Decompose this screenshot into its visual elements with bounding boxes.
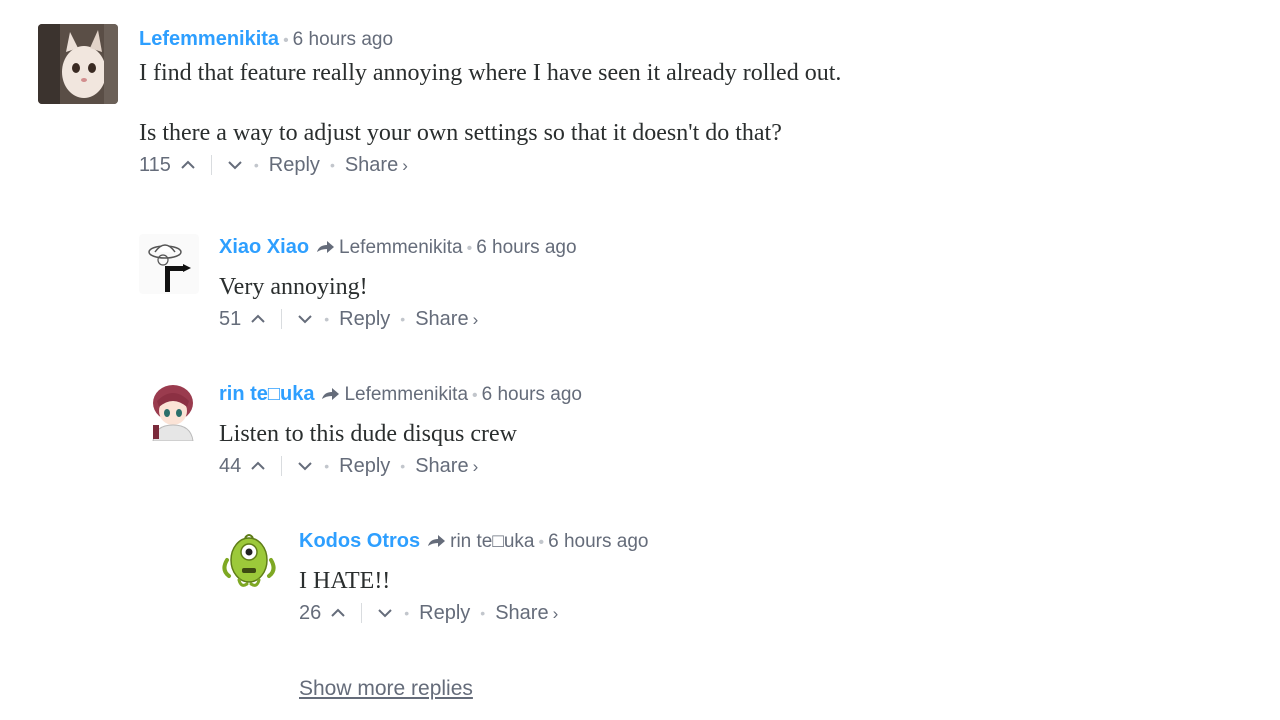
downvote-icon[interactable] bbox=[296, 457, 314, 475]
meta-separator: • bbox=[466, 240, 473, 257]
footer-separator: • bbox=[324, 311, 330, 327]
alien-avatar-icon[interactable] bbox=[219, 530, 279, 590]
comment-body: Xiao Xiao Lefemmenikita • 6 hours ago Very … bbox=[219, 234, 1260, 332]
comment-paragraph: Very annoying! bbox=[219, 274, 368, 300]
downvote-icon[interactable] bbox=[226, 156, 244, 174]
upvote-icon[interactable] bbox=[179, 156, 197, 174]
share-button[interactable]: Share › bbox=[415, 306, 478, 333]
share-button[interactable]: Share › bbox=[345, 152, 408, 179]
author-name[interactable]: Kodos Otros bbox=[299, 530, 420, 552]
reply-to-arrow-icon bbox=[317, 241, 335, 253]
footer-separator: • bbox=[400, 458, 406, 474]
comment-body: Lefemmenikita • 6 hours ago I find that fe… bbox=[139, 26, 1260, 178]
share-label: Share bbox=[415, 454, 469, 477]
share-label: Share bbox=[415, 307, 469, 330]
comment-kodos-otros: Kodos Otros rin te□uka • 6 hours ago I HATE… bbox=[0, 526, 1280, 636]
comment-body: rin te□uka Lefemmenikita • 6 hours ago List… bbox=[219, 381, 1260, 479]
timestamp[interactable]: 6 hours ago bbox=[482, 384, 582, 405]
comment-body: Kodos Otros rin te□uka • 6 hours ago I HATE… bbox=[299, 528, 1260, 626]
chevron-right-icon: › bbox=[402, 155, 408, 175]
reply-button[interactable]: Reply bbox=[419, 600, 470, 626]
comment-lefemmenikita: Lefemmenikita • 6 hours ago I find that fe… bbox=[0, 24, 1280, 194]
parent-author-link[interactable]: Lefemmenikita bbox=[339, 237, 463, 258]
reply-to-arrow-icon bbox=[428, 535, 446, 547]
footer-separator: • bbox=[253, 157, 259, 173]
comment-message: Listen to this dude disqus crew bbox=[219, 419, 1260, 449]
comment-paragraph: I HATE!! bbox=[299, 568, 391, 594]
comment-header: Lefemmenikita • 6 hours ago bbox=[139, 26, 1260, 52]
chevron-right-icon: › bbox=[552, 603, 559, 623]
comment-header: Xiao Xiao Lefemmenikita • 6 hours ago bbox=[219, 234, 1260, 260]
cat-avatar-icon[interactable] bbox=[38, 24, 118, 104]
comment-paragraph: I find that feature really annoying wher… bbox=[139, 60, 842, 86]
upvote-icon[interactable] bbox=[329, 604, 347, 622]
meta-separator: • bbox=[538, 534, 545, 551]
comment-paragraph: Listen to this dude disqus crew bbox=[219, 421, 517, 447]
author-name[interactable]: Xiao Xiao bbox=[219, 236, 309, 258]
comment-message: I find that feature really annoying wher… bbox=[139, 58, 1260, 148]
reply-button[interactable]: Reply bbox=[339, 306, 390, 332]
chevron-right-icon: › bbox=[472, 456, 479, 476]
parent-author-link[interactable]: rin te□uka bbox=[450, 531, 534, 552]
show-more-replies-link[interactable]: Show more replies bbox=[299, 675, 473, 703]
footer-separator: • bbox=[400, 311, 406, 327]
comment-footer: 44 • Reply • Share › bbox=[219, 453, 1260, 479]
comment-header: rin te□uka Lefemmenikita • 6 hours ago bbox=[219, 381, 1260, 407]
vote-divider bbox=[361, 603, 363, 623]
chevron-right-icon: › bbox=[472, 309, 479, 329]
timestamp[interactable]: 6 hours ago bbox=[293, 29, 393, 50]
vote-count: 44 bbox=[219, 455, 242, 477]
comment-footer: 115 • Reply • Share › bbox=[139, 152, 1260, 178]
vote-count: 51 bbox=[219, 308, 242, 330]
parent-author-link[interactable]: Lefemmenikita bbox=[344, 384, 468, 405]
share-label: Share bbox=[344, 153, 399, 176]
vote-divider bbox=[281, 309, 283, 329]
author-name[interactable]: Lefemmenikita bbox=[139, 28, 279, 50]
reply-to-arrow-icon bbox=[322, 388, 340, 400]
vote-divider bbox=[210, 155, 212, 175]
footer-separator: • bbox=[329, 157, 335, 173]
footer-separator: • bbox=[480, 605, 486, 621]
sketch-avatar-icon[interactable] bbox=[139, 234, 199, 294]
meta-separator: • bbox=[283, 32, 289, 49]
comment-xiao-xiao: Xiao Xiao Lefemmenikita • 6 hours ago Very … bbox=[0, 232, 1280, 342]
share-button[interactable]: Share › bbox=[415, 453, 478, 480]
author-name[interactable]: rin te□uka bbox=[219, 383, 314, 405]
comment-message: Very annoying! bbox=[219, 272, 1260, 302]
footer-separator: • bbox=[324, 458, 330, 474]
vote-count: 115 bbox=[139, 154, 171, 176]
vote-count: 26 bbox=[299, 602, 322, 624]
downvote-icon[interactable] bbox=[376, 604, 394, 622]
share-label: Share bbox=[495, 601, 549, 624]
anime-girl-avatar-icon[interactable] bbox=[139, 381, 199, 441]
comment-paragraph: Is there a way to adjust your own settin… bbox=[139, 120, 782, 146]
vote-divider bbox=[281, 456, 283, 476]
meta-separator: • bbox=[472, 387, 478, 404]
footer-separator: • bbox=[404, 605, 410, 621]
comment-footer: 51 • Reply • Share › bbox=[219, 306, 1260, 332]
comment-rin-teuka: rin te□uka Lefemmenikita • 6 hours ago List… bbox=[0, 379, 1280, 489]
reply-button[interactable]: Reply bbox=[339, 453, 390, 479]
comment-message: I HATE!! bbox=[299, 566, 1260, 596]
upvote-icon[interactable] bbox=[249, 310, 267, 328]
share-button[interactable]: Share › bbox=[495, 600, 558, 627]
downvote-icon[interactable] bbox=[296, 310, 314, 328]
comment-header: Kodos Otros rin te□uka • 6 hours ago bbox=[299, 528, 1260, 554]
comment-footer: 26 • Reply • Share › bbox=[299, 600, 1260, 626]
upvote-icon[interactable] bbox=[249, 457, 267, 475]
timestamp[interactable]: 6 hours ago bbox=[476, 237, 576, 258]
reply-button[interactable]: Reply bbox=[269, 152, 320, 178]
timestamp[interactable]: 6 hours ago bbox=[548, 531, 648, 552]
